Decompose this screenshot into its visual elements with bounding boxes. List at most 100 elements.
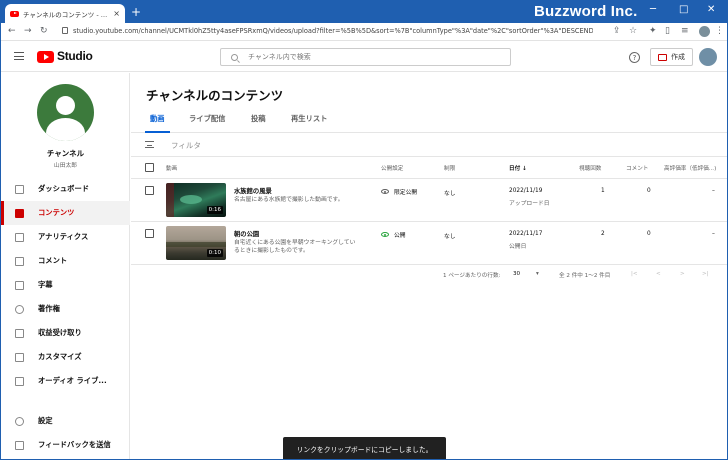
- sidebar-item-feedback[interactable]: フィードバックを送信: [1, 433, 130, 457]
- sidebar-item-subtitles[interactable]: 字幕: [1, 273, 130, 297]
- video-duration: 0:16: [206, 206, 223, 214]
- monetization-icon: [15, 328, 24, 338]
- filter-bar[interactable]: フィルタ: [131, 133, 727, 157]
- sidebar-item-content[interactable]: コンテンツ: [1, 201, 130, 225]
- search-icon: [231, 53, 238, 61]
- next-page-icon[interactable]: >: [680, 271, 685, 277]
- filter-icon[interactable]: [145, 141, 154, 148]
- tab-search-icon[interactable]: ≡: [681, 26, 689, 36]
- eye-icon: [381, 189, 389, 194]
- search-placeholder: チャンネル内で検索: [248, 53, 311, 61]
- tab-playlists[interactable]: 再生リスト: [291, 114, 327, 124]
- browser-tab[interactable]: チャンネルのコンテンツ - YouTube Stu ×: [5, 4, 125, 23]
- column-restrictions[interactable]: 制限: [444, 164, 455, 172]
- sidepanel-icon[interactable]: ▯: [665, 26, 670, 36]
- youtube-logo-icon[interactable]: [37, 51, 54, 63]
- watermark-logo: Buzzword Inc.: [534, 3, 638, 20]
- browser-window: チャンネルのコンテンツ - YouTube Stu × + Buzzword I…: [0, 0, 728, 460]
- url-field[interactable]: studio.youtube.com/channel/UCMTkl0hZ5tty…: [73, 27, 593, 35]
- chevron-down-icon[interactable]: ▾: [536, 271, 539, 277]
- sidebar-item-settings[interactable]: 設定: [1, 409, 130, 433]
- share-icon[interactable]: ⇪: [613, 26, 621, 36]
- page-title: チャンネルのコンテンツ: [146, 88, 284, 103]
- column-likes[interactable]: 高評価率（低評価...): [664, 164, 724, 172]
- page-range: 全 2 件中 1～2 件目: [559, 273, 611, 279]
- select-all-checkbox[interactable]: [145, 163, 154, 172]
- channel-title: チャンネル: [46, 149, 85, 158]
- likes-value: –: [712, 188, 715, 194]
- snackbar-toast: リンクをクリップボードにコピーしました。: [283, 437, 446, 459]
- video-title[interactable]: 朝の公園: [234, 229, 259, 238]
- account-avatar[interactable]: [699, 48, 717, 66]
- video-title[interactable]: 水族館の風景: [234, 186, 272, 195]
- column-comments[interactable]: コメント: [626, 164, 648, 172]
- row-checkbox[interactable]: [145, 186, 154, 195]
- tab-close-icon[interactable]: ×: [113, 9, 120, 18]
- visibility-select[interactable]: 公開: [381, 230, 406, 239]
- channel-search-input[interactable]: チャンネル内で検索: [220, 48, 511, 66]
- sidebar-item-copyright[interactable]: 著作権: [1, 297, 130, 321]
- restrictions-value: なし: [444, 234, 456, 240]
- new-tab-button[interactable]: +: [131, 5, 141, 19]
- tab-live[interactable]: ライブ配信: [189, 114, 225, 124]
- sidebar-item-customize[interactable]: カスタマイズ: [1, 345, 130, 369]
- analytics-icon: [15, 232, 24, 242]
- feedback-icon: [15, 440, 24, 450]
- filter-input[interactable]: フィルタ: [171, 140, 201, 151]
- rows-per-page-select[interactable]: 30: [513, 271, 520, 277]
- table-row[interactable]: 0:10 朝の公園 自宅近くにある公園を早朝ウオーキングしているときに撮影したも…: [131, 223, 727, 265]
- column-visibility[interactable]: 公開設定: [381, 164, 403, 172]
- channel-avatar[interactable]: [37, 84, 94, 141]
- bookmark-star-icon[interactable]: ☆: [629, 26, 637, 36]
- title-bar: チャンネルのコンテンツ - YouTube Stu × + Buzzword I…: [1, 1, 727, 23]
- extensions-icon[interactable]: ✦: [649, 26, 657, 36]
- table-row[interactable]: 0:16 水族館の風景 名古屋にある水族館で撮影した動画です。 限定公開 なし …: [131, 180, 727, 222]
- visibility-select[interactable]: 限定公開: [381, 187, 417, 196]
- video-duration: 0:10: [206, 249, 223, 257]
- menu-icon[interactable]: [14, 52, 24, 60]
- pagination: 1 ページあたりの行数: 30 ▾ 全 2 件中 1～2 件目 |< < > >…: [131, 263, 727, 287]
- address-bar: ← → ↻ studio.youtube.com/channel/UCMTkl0…: [1, 23, 727, 41]
- sidebar-item-audio-library[interactable]: オーディオ ライブ...: [1, 369, 130, 393]
- video-camera-icon: [658, 53, 667, 61]
- studio-header: Studio チャンネル内で検索 ? 作成: [1, 42, 727, 72]
- minimize-button[interactable]: ─: [650, 4, 656, 15]
- last-page-icon[interactable]: >|: [702, 271, 709, 277]
- browser-menu-icon[interactable]: ⋮: [715, 26, 724, 36]
- date-status: 公開日: [509, 244, 527, 250]
- tab-title: チャンネルのコンテンツ - YouTube Stu: [23, 10, 110, 19]
- sidebar-item-monetization[interactable]: 収益受け取り: [1, 321, 130, 345]
- comments-icon: [15, 256, 24, 266]
- maximize-button[interactable]: □: [679, 4, 688, 15]
- sidebar-item-analytics[interactable]: アナリティクス: [1, 225, 130, 249]
- date-value: 2022/11/19: [509, 188, 543, 194]
- forward-icon[interactable]: →: [24, 26, 32, 36]
- column-date[interactable]: 日付 ↓: [509, 164, 527, 172]
- sidebar-item-comments[interactable]: コメント: [1, 249, 130, 273]
- likes-value: –: [712, 231, 715, 237]
- prev-page-icon[interactable]: <: [656, 271, 661, 277]
- studio-logo-text[interactable]: Studio: [57, 49, 93, 63]
- video-thumbnail[interactable]: 0:16: [166, 183, 226, 217]
- create-button[interactable]: 作成: [650, 48, 693, 66]
- browser-profile-avatar[interactable]: [699, 26, 710, 37]
- settings-icon: [15, 416, 24, 426]
- first-page-icon[interactable]: |<: [631, 271, 638, 277]
- tab-videos[interactable]: 動画: [150, 114, 165, 124]
- row-checkbox[interactable]: [145, 229, 154, 238]
- rows-per-page-label: 1 ページあたりの行数:: [443, 273, 501, 279]
- tab-posts[interactable]: 投稿: [251, 114, 266, 124]
- views-value: 2: [601, 231, 605, 237]
- date-value: 2022/11/17: [509, 231, 543, 237]
- video-thumbnail[interactable]: 0:10: [166, 226, 226, 260]
- channel-name: 山田太郎: [53, 163, 78, 169]
- back-icon[interactable]: ←: [8, 26, 16, 36]
- sidebar-item-dashboard[interactable]: ダッシュボード: [1, 177, 130, 201]
- reload-icon[interactable]: ↻: [40, 26, 48, 36]
- sidebar: チャンネル 山田太郎 ダッシュボード コンテンツ アナリティクス コメント 字幕…: [1, 73, 130, 459]
- close-window-button[interactable]: ✕: [707, 4, 715, 15]
- video-description: 自宅近くにある公園を早朝ウオーキングしているときに撮影したものです。: [234, 240, 356, 254]
- help-icon[interactable]: ?: [629, 52, 640, 63]
- content-tabs: 動画 ライブ配信 投稿 再生リスト: [131, 109, 727, 133]
- column-views[interactable]: 視聴回数: [579, 164, 601, 172]
